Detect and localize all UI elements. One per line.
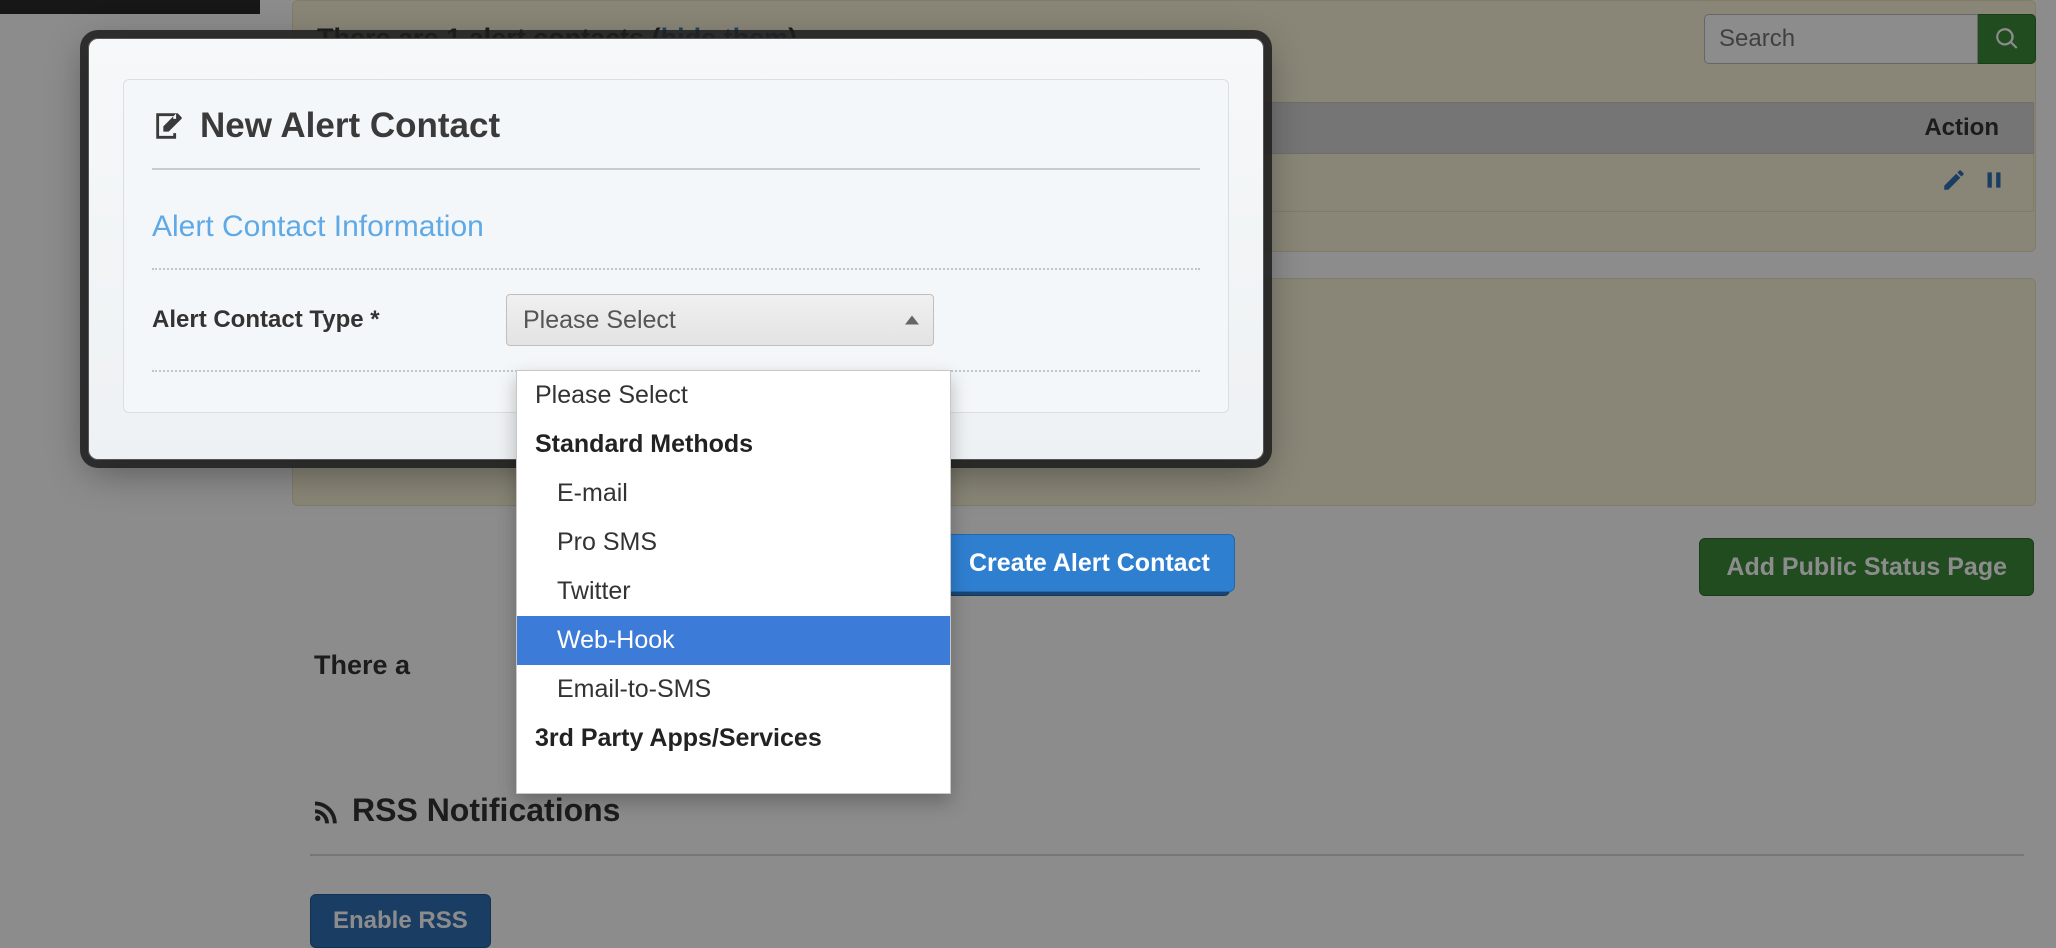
chevron-up-icon	[905, 316, 919, 325]
create-alert-contact-button[interactable]: Create Alert Contact	[944, 534, 1235, 592]
dropdown-option-pro-sms[interactable]: Pro SMS	[517, 518, 950, 567]
alert-contact-type-dropdown[interactable]: Please Select Standard Methods E-mail Pr…	[516, 370, 951, 794]
dropdown-group-standard: Standard Methods	[517, 420, 950, 469]
modal-title-text: New Alert Contact	[200, 106, 500, 146]
select-placeholder-text: Please Select	[523, 306, 676, 335]
dropdown-option-twitter[interactable]: Twitter	[517, 567, 950, 616]
modal-inner-card: New Alert Contact Alert Contact Informat…	[123, 79, 1229, 413]
alert-contact-type-row: Alert Contact Type * Please Select	[152, 270, 1200, 372]
alert-contact-type-select[interactable]: Please Select	[506, 294, 934, 346]
alert-contact-info-heading: Alert Contact Information	[152, 210, 1200, 270]
dropdown-option-email-to-sms[interactable]: Email-to-SMS	[517, 665, 950, 714]
alert-contact-type-label: Alert Contact Type *	[152, 306, 506, 334]
dropdown-group-third-party: 3rd Party Apps/Services	[517, 714, 950, 763]
dropdown-option-web-hook[interactable]: Web-Hook	[517, 616, 950, 665]
edit-square-icon	[152, 109, 186, 143]
modal-title: New Alert Contact	[152, 106, 1200, 170]
create-alert-contact-label: Create Alert Contact	[969, 549, 1210, 578]
dropdown-option-placeholder[interactable]: Please Select	[517, 371, 950, 420]
dropdown-option-email[interactable]: E-mail	[517, 469, 950, 518]
